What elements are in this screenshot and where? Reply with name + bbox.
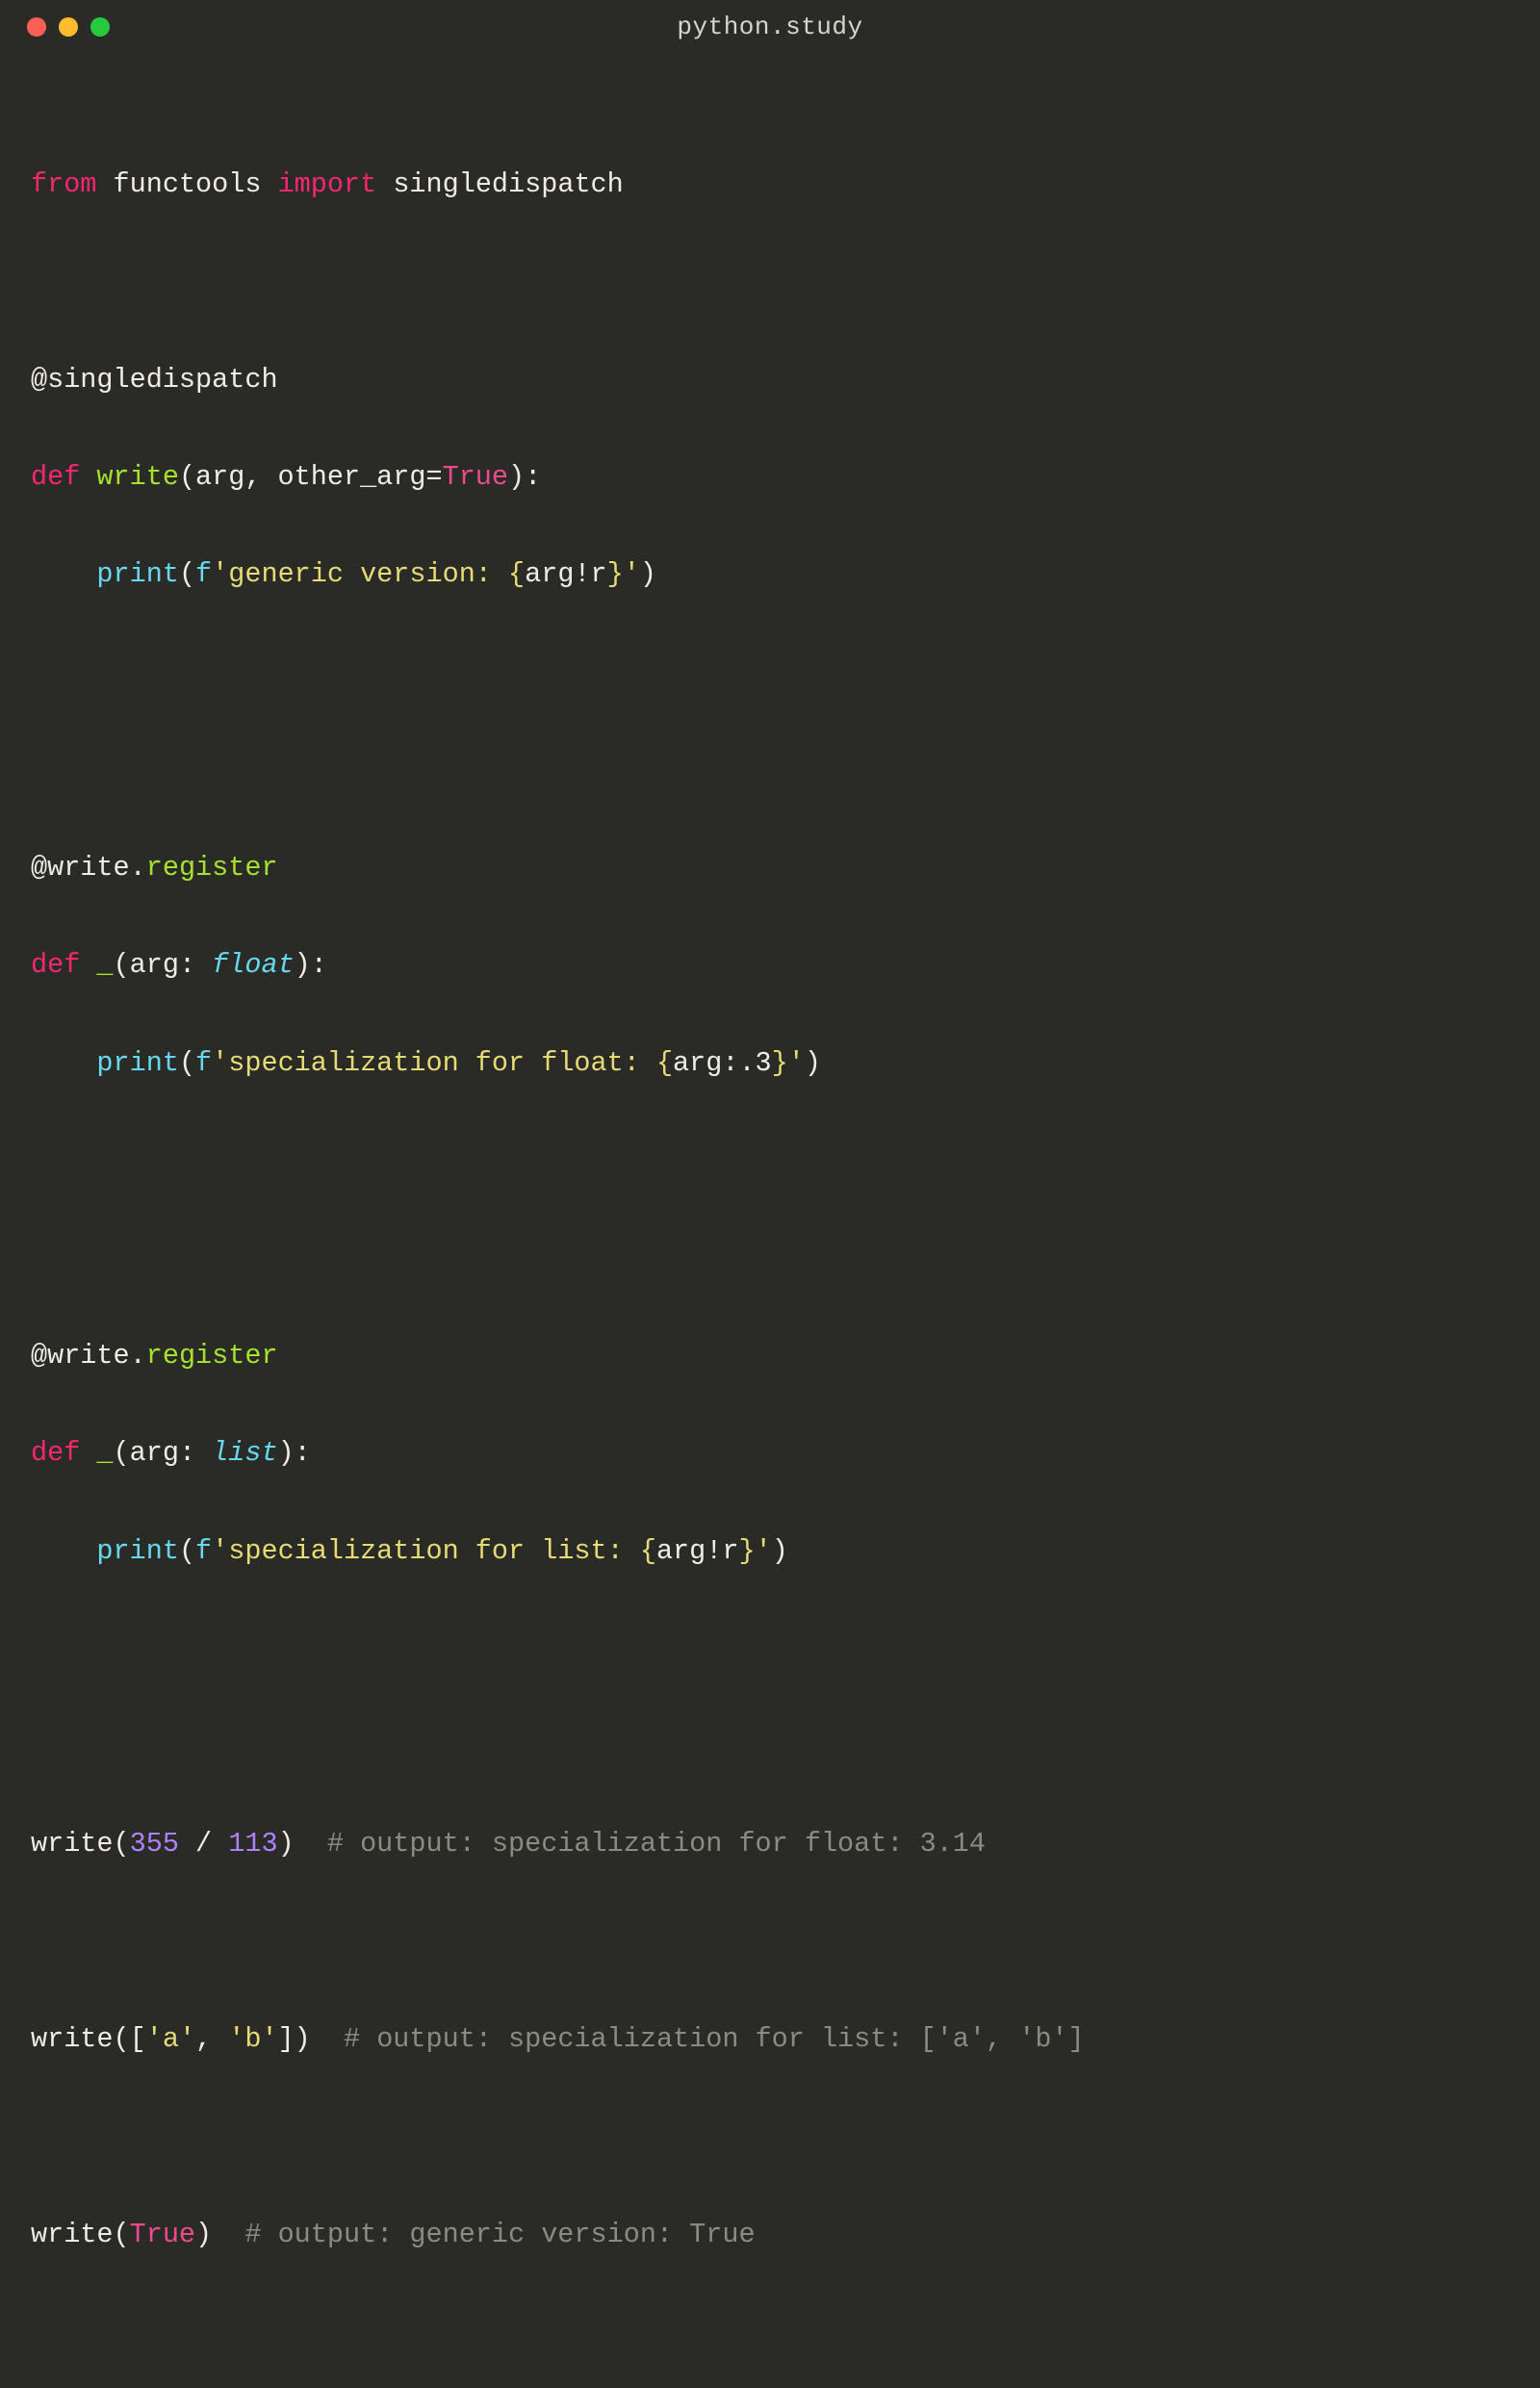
- builtin-print: print: [96, 1047, 179, 1079]
- number: 355: [130, 1828, 179, 1860]
- function-name: _: [96, 1437, 113, 1469]
- titlebar: python.study: [0, 0, 1540, 54]
- keyword-import: import: [278, 168, 377, 200]
- code-line: write(True) # output: generic version: T…: [31, 2211, 1509, 2260]
- function-name: _: [96, 949, 113, 981]
- window-title: python.study: [677, 13, 862, 41]
- string-literal: 'a': [146, 2023, 195, 2055]
- code-line: write(['a', 'b']) # output: specializati…: [31, 2016, 1509, 2065]
- constant-true: True: [130, 2219, 195, 2250]
- number: 113: [228, 1828, 277, 1860]
- blank-line: [31, 258, 1509, 307]
- fstring-interp: arg:.3: [673, 1047, 772, 1079]
- module-name: functools: [114, 168, 262, 200]
- code-line: print(f'specialization for float: {arg:.…: [31, 1040, 1509, 1089]
- decorator: @write: [31, 1340, 130, 1372]
- builtin-print: print: [96, 558, 179, 590]
- blank-line: [31, 1723, 1509, 1772]
- blank-line: [31, 649, 1509, 698]
- decorator-attr: register: [146, 1340, 278, 1372]
- code-line: write(355 / 113) # output: specializatio…: [31, 1820, 1509, 1869]
- blank-line: [31, 1625, 1509, 1674]
- string-literal: 'specialization for float:: [212, 1047, 656, 1079]
- import-name: singledispatch: [393, 168, 623, 200]
- code-line: @write.register: [31, 844, 1509, 893]
- close-icon[interactable]: [27, 17, 46, 37]
- string-literal: 'specialization for list:: [212, 1535, 640, 1567]
- type-annotation: list: [212, 1437, 277, 1469]
- type-annotation: float: [212, 949, 295, 981]
- string-literal: 'generic version:: [212, 558, 508, 590]
- code-line: def _(arg: float):: [31, 941, 1509, 990]
- comment: # output: generic version: True: [244, 2219, 755, 2250]
- string-literal: 'b': [228, 2023, 277, 2055]
- blank-line: [31, 1235, 1509, 1284]
- decorator: @write: [31, 852, 130, 884]
- comment: # output: specialization for float: 3.14: [327, 1828, 986, 1860]
- code-line: print(f'specialization for list: {arg!r}…: [31, 1528, 1509, 1577]
- code-line: from functools import singledispatch: [31, 161, 1509, 210]
- function-name: write: [96, 461, 179, 493]
- constant-true: True: [443, 461, 508, 493]
- maximize-icon[interactable]: [90, 17, 110, 37]
- decorator: @singledispatch: [31, 364, 278, 396]
- blank-line: [31, 1918, 1509, 1967]
- builtin-print: print: [96, 1535, 179, 1567]
- code-editor[interactable]: from functools import singledispatch @si…: [0, 54, 1540, 2388]
- keyword-def: def: [31, 949, 80, 981]
- fstring-interp: arg!r: [525, 558, 607, 590]
- keyword-from: from: [31, 168, 96, 200]
- code-window: python.study from functools import singl…: [0, 0, 1540, 1418]
- blank-line: [31, 1137, 1509, 1186]
- blank-line: [31, 2113, 1509, 2162]
- code-line: def write(arg, other_arg=True):: [31, 453, 1509, 502]
- traffic-lights: [27, 17, 110, 37]
- keyword-def: def: [31, 461, 80, 493]
- minimize-icon[interactable]: [59, 17, 78, 37]
- fstring-interp: arg!r: [656, 1535, 739, 1567]
- blank-line: [31, 746, 1509, 795]
- code-line: @write.register: [31, 1332, 1509, 1381]
- keyword-def: def: [31, 1437, 80, 1469]
- decorator-attr: register: [146, 852, 278, 884]
- code-line: @singledispatch: [31, 356, 1509, 405]
- comment: # output: specialization for list: ['a',…: [344, 2023, 1085, 2055]
- code-line: print(f'generic version: {arg!r}'): [31, 551, 1509, 600]
- code-line: def _(arg: list):: [31, 1429, 1509, 1478]
